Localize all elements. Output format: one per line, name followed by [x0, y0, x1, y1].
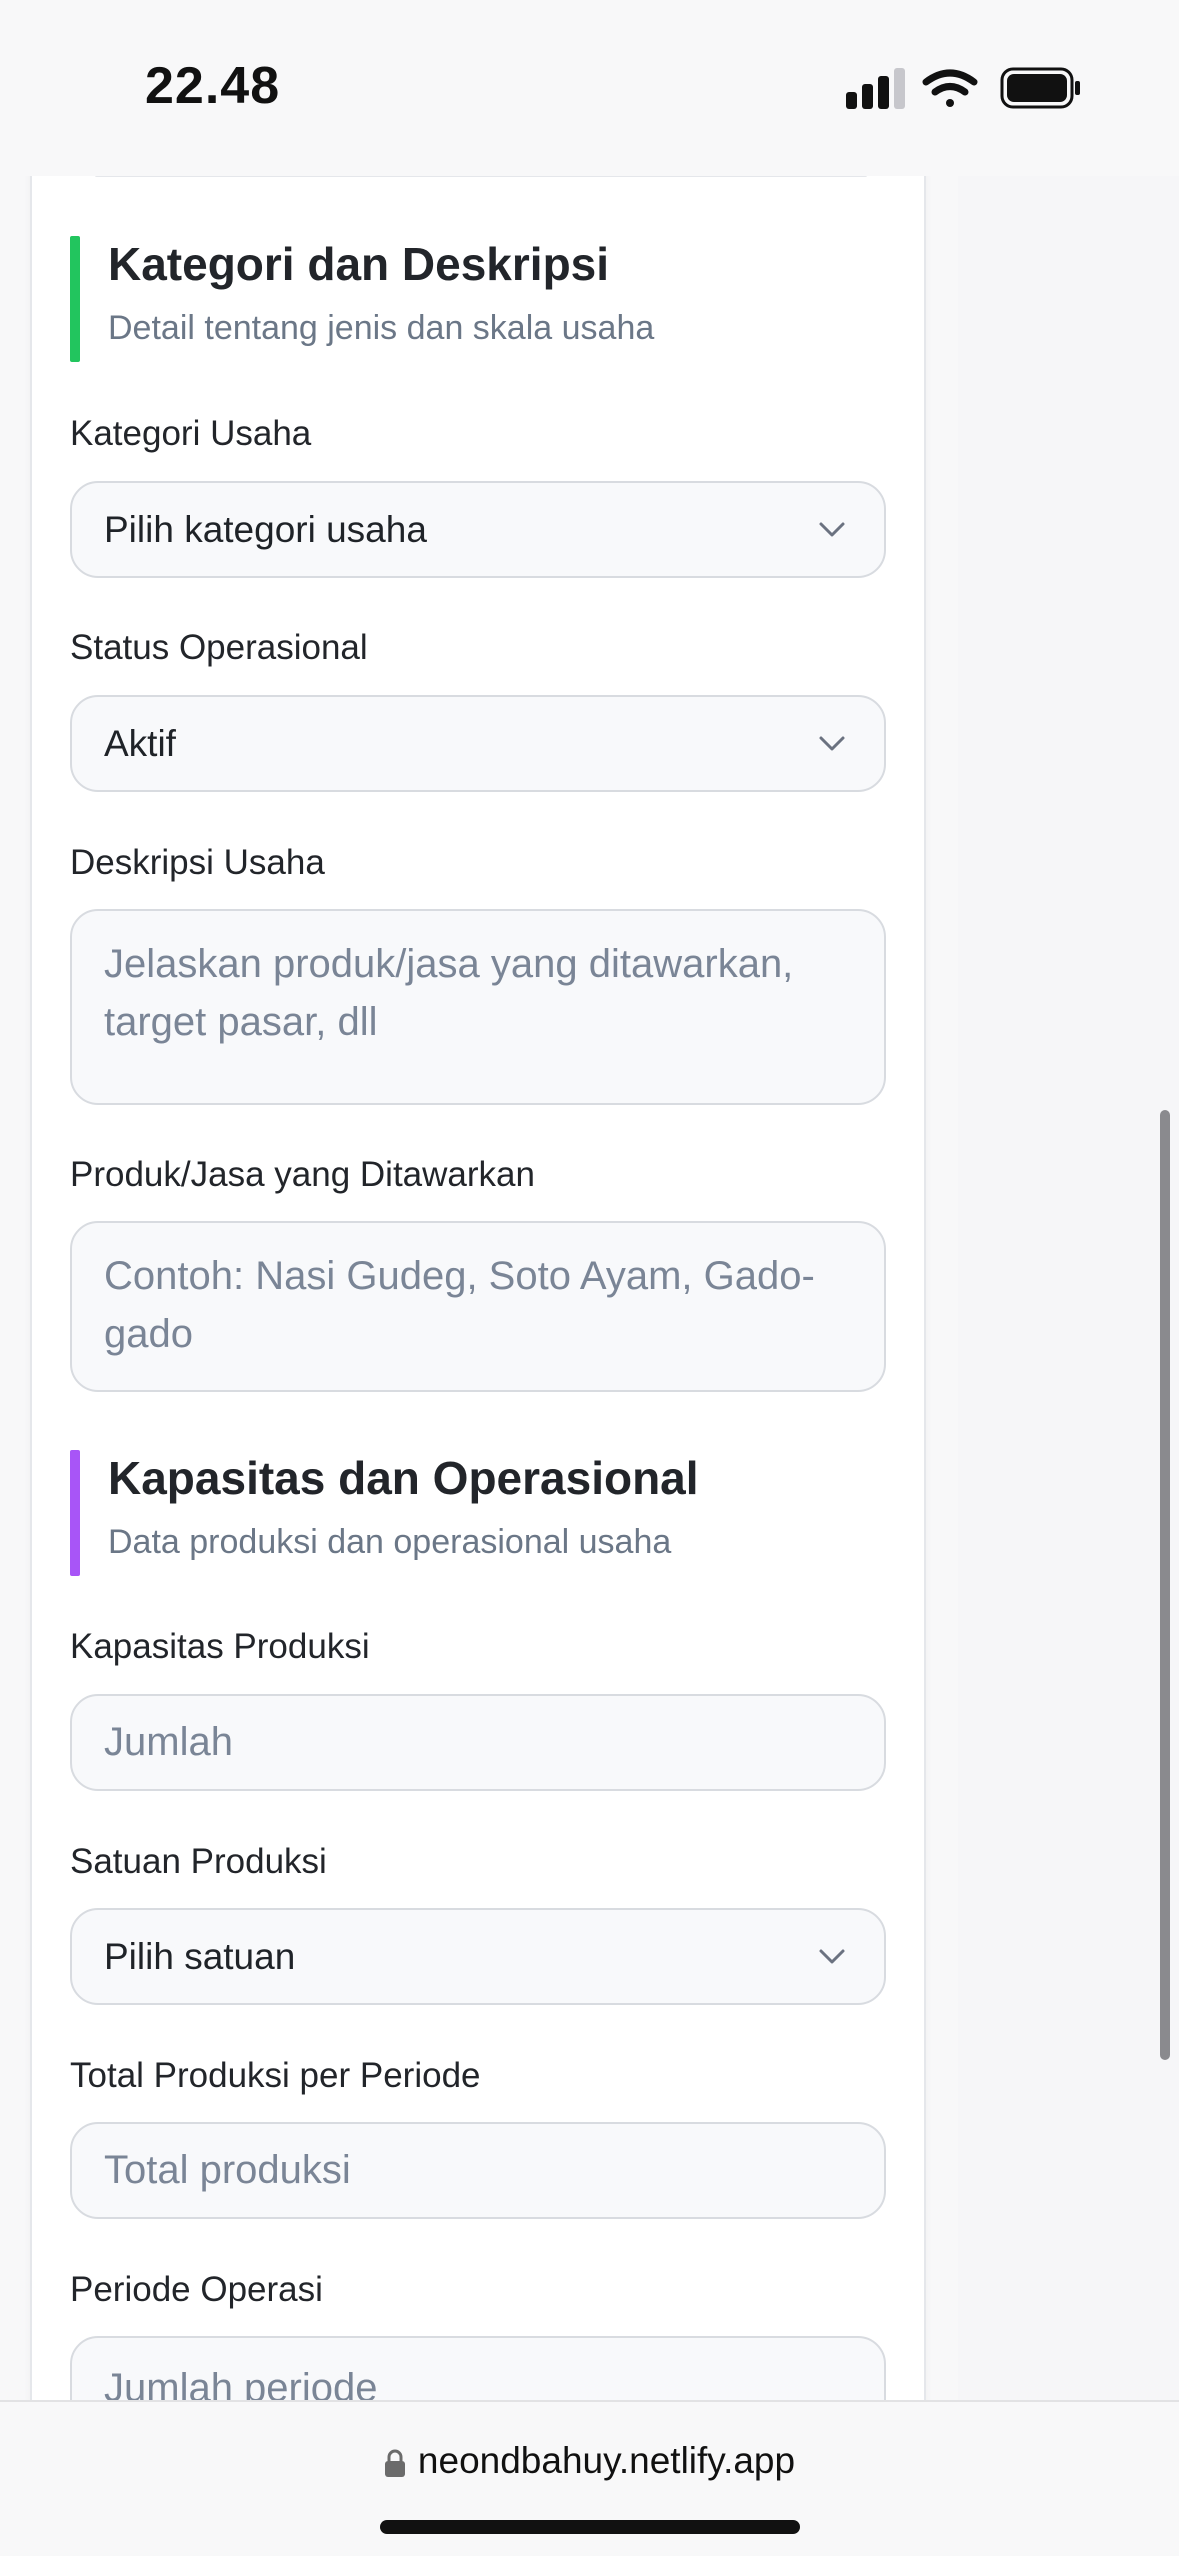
section-accent-bar	[70, 1450, 80, 1576]
section-subtitle: Data produksi dan operasional usaha	[108, 1523, 672, 1561]
section-kategori-deskripsi: Kategori dan Deskripsi Detail tentang je…	[70, 236, 655, 362]
kategori-usaha-select[interactable]: Pilih kategori usaha	[70, 481, 886, 578]
chevron-down-icon	[819, 736, 845, 750]
section-title: Kapasitas dan Operasional	[108, 1452, 699, 1504]
section-subtitle: Detail tentang jenis dan skala usaha	[108, 309, 655, 347]
deskripsi-usaha-placeholder: Jelaskan produk/jasa yang ditawarkan, ta…	[104, 942, 794, 1044]
lock-icon	[384, 2449, 405, 2478]
satuan-produksi-select[interactable]: Pilih satuan	[70, 1908, 886, 2005]
satuan-produksi-value: Pilih satuan	[104, 1935, 296, 1977]
signal-icon	[846, 68, 905, 109]
status-operasional-label: Status Operasional	[70, 628, 368, 667]
browser-bottom-bar: neondbahuy.netlify.app	[0, 2400, 1179, 2556]
satuan-produksi-label: Satuan Produksi	[70, 1842, 327, 1881]
deskripsi-usaha-label: Deskripsi Usaha	[70, 843, 325, 882]
section-title: Kategori dan Deskripsi	[108, 238, 610, 290]
deskripsi-usaha-textarea[interactable]: Jelaskan produk/jasa yang ditawarkan, ta…	[70, 909, 886, 1105]
status-time: 22.48	[145, 57, 281, 115]
chevron-down-icon	[819, 1949, 845, 1963]
kapasitas-produksi-label: Kapasitas Produksi	[70, 1627, 370, 1666]
status-operasional-value: Aktif	[104, 722, 176, 764]
kategori-usaha-value: Pilih kategori usaha	[104, 508, 427, 550]
kategori-usaha-label: Kategori Usaha	[70, 414, 312, 453]
produk-jasa-placeholder: Contoh: Nasi Gudeg, Soto Ayam, Gado-gado	[104, 1254, 815, 1356]
battery-icon	[1000, 67, 1080, 109]
home-indicator[interactable]	[380, 2520, 800, 2534]
periode-operasi-label: Periode Operasi	[70, 2270, 323, 2309]
chevron-down-icon	[819, 522, 845, 536]
status-operasional-select[interactable]: Aktif	[70, 695, 886, 792]
total-produksi-input[interactable]: Total produksi	[70, 2122, 886, 2219]
produk-jasa-textarea[interactable]: Contoh: Nasi Gudeg, Soto Ayam, Gado-gado	[70, 1221, 886, 1392]
section-kapasitas-operasional: Kapasitas dan Operasional Data produksi …	[70, 1450, 699, 1576]
status-bar: 22.48	[0, 0, 1179, 176]
total-produksi-label: Total Produksi per Periode	[70, 2056, 481, 2095]
url-text: neondbahuy.netlify.app	[417, 2440, 796, 2481]
address-bar[interactable]: neondbahuy.netlify.app	[0, 2440, 1179, 2482]
produk-jasa-label: Produk/Jasa yang Ditawarkan	[70, 1155, 535, 1194]
right-gutter	[958, 176, 1179, 2400]
status-icons	[846, 67, 1080, 109]
total-produksi-placeholder: Total produksi	[104, 2148, 351, 2192]
kapasitas-produksi-placeholder: Jumlah	[104, 1720, 233, 1764]
scrollbar[interactable]	[1160, 1110, 1170, 2060]
wifi-icon	[922, 69, 978, 107]
section-accent-bar	[70, 236, 80, 362]
kapasitas-produksi-input[interactable]: Jumlah	[70, 1694, 886, 1791]
